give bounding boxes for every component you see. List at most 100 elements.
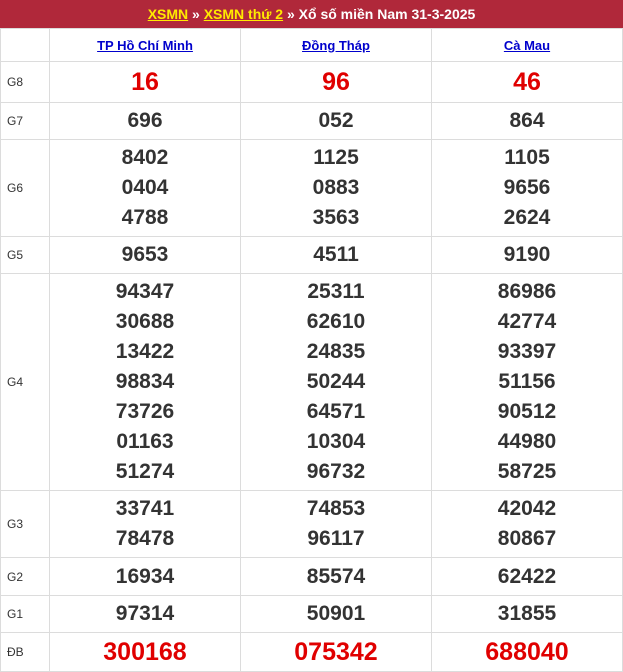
prize-number: 052 xyxy=(318,109,354,132)
prize-number: 51156 xyxy=(498,370,556,393)
prize-cell: 42042 80867 xyxy=(431,490,623,558)
results-table: TP Hồ Chí Minh Đồng Tháp Cà Mau G8 16 96 46… xyxy=(0,28,623,672)
prize-cell: 16 xyxy=(49,61,241,103)
province-link[interactable]: Đồng Tháp xyxy=(302,38,370,53)
prize-number: 94347 xyxy=(115,280,175,303)
province-header: Cà Mau xyxy=(431,28,623,62)
prize-cell: 9190 xyxy=(431,236,623,274)
prize-cell: 16934 xyxy=(49,557,241,596)
prize-number: 2624 xyxy=(503,206,551,229)
prize-number: 96 xyxy=(322,68,350,96)
prize-number: 50901 xyxy=(306,602,366,625)
prize-cell: 96 xyxy=(240,61,432,103)
prize-cell: 94347 30688 13422 98834 73726 01163 51274 xyxy=(49,273,241,491)
province-link[interactable]: TP Hồ Chí Minh xyxy=(97,38,193,53)
prize-number: 0883 xyxy=(312,176,360,199)
prize-label: G4 xyxy=(0,273,50,491)
prize-row-g6: G6 8402 0404 4788 1125 0883 3563 1105 9656 2624 xyxy=(0,139,623,237)
prize-cell: 9653 xyxy=(49,236,241,274)
prize-label: G7 xyxy=(0,102,50,140)
prize-number: 16 xyxy=(131,68,159,96)
prize-number: 9190 xyxy=(503,243,551,266)
prize-number: 9656 xyxy=(503,176,551,199)
prize-row-g3: G3 33741 78478 74853 96117 42042 80867 xyxy=(0,490,623,558)
prize-number: 24835 xyxy=(306,340,366,363)
xsmn-link[interactable]: XSMN xyxy=(148,6,188,22)
province-header: Đồng Tháp xyxy=(240,28,432,62)
prize-label: G5 xyxy=(0,236,50,274)
prize-number: 58725 xyxy=(497,460,557,483)
prize-number: 96117 xyxy=(307,527,365,550)
prize-row-g5: G5 9653 4511 9190 xyxy=(0,236,623,274)
special-prize-number: 075342 xyxy=(294,638,378,666)
prize-number: 93397 xyxy=(497,340,557,363)
province-header: TP Hồ Chí Minh xyxy=(49,28,241,62)
prize-number: 3563 xyxy=(312,206,360,229)
prize-number: 98834 xyxy=(115,370,175,393)
prize-number: 30688 xyxy=(115,310,175,333)
breadcrumb-separator: » xyxy=(283,6,299,22)
prize-cell: 50901 xyxy=(240,595,432,633)
prize-number: 46 xyxy=(513,68,541,96)
prize-cell: 1125 0883 3563 xyxy=(240,139,432,237)
prize-number: 74853 xyxy=(306,497,366,520)
prize-number: 16934 xyxy=(115,564,175,588)
prize-number: 9653 xyxy=(121,243,169,266)
prize-number: 31855 xyxy=(497,602,557,625)
prize-cell: 25311 62610 24835 50244 64571 10304 96732 xyxy=(240,273,432,491)
prize-number: 86986 xyxy=(497,280,557,303)
prize-row-g8: G8 16 96 46 xyxy=(0,61,623,103)
prize-cell: 1105 9656 2624 xyxy=(431,139,623,237)
prize-cell: 97314 xyxy=(49,595,241,633)
prize-number: 62422 xyxy=(497,564,557,588)
prize-row-g1: G1 97314 50901 31855 xyxy=(0,595,623,633)
province-header-row: TP Hồ Chí Minh Đồng Tháp Cà Mau xyxy=(0,28,623,62)
prize-number: 90512 xyxy=(497,400,557,423)
prize-cell: 052 xyxy=(240,102,432,140)
prize-cell: 696 xyxy=(49,102,241,140)
prize-number: 42042 xyxy=(497,497,557,520)
xsmn-monday-link[interactable]: XSMN thứ 2 xyxy=(204,6,283,22)
prize-number: 25311 xyxy=(307,280,365,303)
prize-cell: 8402 0404 4788 xyxy=(49,139,241,237)
prize-cell: 85574 xyxy=(240,557,432,596)
prize-number: 4511 xyxy=(313,243,359,266)
prize-cell: 46 xyxy=(431,61,623,103)
prize-label: G1 xyxy=(0,595,50,633)
special-prize-number: 688040 xyxy=(485,638,569,666)
prize-cell: 864 xyxy=(431,102,623,140)
prize-cell: 4511 xyxy=(240,236,432,274)
prize-cell: 74853 96117 xyxy=(240,490,432,558)
province-link[interactable]: Cà Mau xyxy=(504,38,550,53)
prize-number: 64571 xyxy=(306,400,366,423)
prize-number: 42774 xyxy=(497,310,557,333)
prize-number: 97314 xyxy=(115,602,175,625)
prize-number: 78478 xyxy=(115,527,175,550)
prize-number: 01163 xyxy=(116,430,174,453)
prize-number: 10304 xyxy=(306,430,366,453)
prize-number: 62610 xyxy=(306,310,366,333)
prize-number: 80867 xyxy=(497,527,557,550)
prize-label: G8 xyxy=(0,61,50,103)
prize-number: 50244 xyxy=(306,370,366,393)
prize-row-g2: G2 16934 85574 62422 xyxy=(0,557,623,596)
prize-number: 1105 xyxy=(504,146,550,169)
prize-number: 696 xyxy=(127,109,163,132)
prize-number: 85574 xyxy=(306,564,366,588)
prize-cell: 33741 78478 xyxy=(49,490,241,558)
page-title: Xổ số miền Nam 31-3-2025 xyxy=(298,6,476,22)
special-prize-number: 300168 xyxy=(103,638,187,666)
results-header: XSMN » XSMN thứ 2 » Xổ số miền Nam 31-3-… xyxy=(0,0,623,28)
prize-label: G2 xyxy=(0,557,50,596)
prize-number: 73726 xyxy=(115,400,175,423)
breadcrumb-separator: » xyxy=(188,6,204,22)
prize-label: G3 xyxy=(0,490,50,558)
prize-number: 864 xyxy=(509,109,545,132)
prize-label: G6 xyxy=(0,139,50,237)
prize-cell: 86986 42774 93397 51156 90512 44980 58725 xyxy=(431,273,623,491)
prize-number: 96732 xyxy=(306,460,366,483)
prize-row-g4: G4 94347 30688 13422 98834 73726 01163 51274 253… xyxy=(0,273,623,491)
prize-cell: 62422 xyxy=(431,557,623,596)
prize-number: 13422 xyxy=(115,340,175,363)
corner-cell xyxy=(0,28,50,62)
